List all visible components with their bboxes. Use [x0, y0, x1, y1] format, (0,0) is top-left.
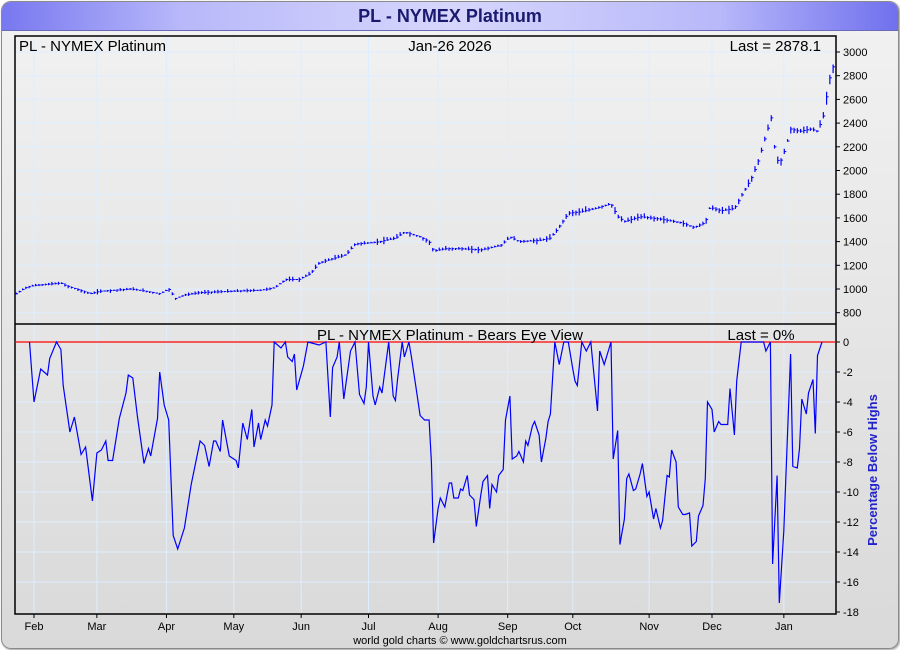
price-y-tick-label: 1400: [843, 237, 867, 249]
price-y-tick-label: 800: [843, 308, 861, 320]
x-tick-label: Mar: [87, 621, 106, 633]
bears-eye-y-tick-label: 0: [843, 337, 849, 349]
price-y-tick-label: 2000: [843, 166, 867, 178]
x-tick-label: Aug: [428, 621, 448, 633]
x-tick-label: Feb: [25, 621, 44, 633]
price-y-tick-label: 2800: [843, 71, 867, 83]
bears-eye-y-tick-label: -8: [843, 457, 853, 469]
chart-canvas: Feb Mar Apr May Jun Jul Aug Sep Oct Nov Dec Jan 800 1…: [14, 35, 880, 647]
x-tick-label: May: [223, 621, 244, 633]
bears-eye-y-tick-label: -4: [843, 397, 853, 409]
bears-eye-y-tick-label: -6: [843, 427, 853, 439]
x-tick-label: Jun: [292, 621, 310, 633]
bears-eye-y-tick-label: -12: [843, 517, 859, 529]
price-y-tick-label: 1200: [843, 260, 867, 272]
price-y-tick-label: 1800: [843, 189, 867, 201]
bears-eye-panel-last: Last = 0%: [727, 327, 794, 344]
bears-eye-y-tick-label: -10: [843, 487, 859, 499]
x-tick-label: Oct: [564, 621, 581, 633]
x-tick-label: Sep: [498, 621, 518, 633]
bears-eye-panel-title: PL - NYMEX Platinum - Bears Eye View: [317, 327, 583, 344]
price-y-tick-label: 2400: [843, 118, 867, 130]
grid: [16, 37, 835, 613]
bears-eye-line: [28, 339, 823, 604]
x-tick-label: Nov: [639, 621, 659, 633]
bears-eye-ylabel: Percentage Below Highs: [865, 394, 880, 546]
x-tick-label: Jan: [775, 621, 793, 633]
price-y-tick-label: 2200: [843, 142, 867, 154]
price-panel-title: PL - NYMEX Platinum: [19, 38, 166, 55]
footer-credit: world gold charts © www.goldchartsrus.co…: [352, 635, 567, 647]
bears-eye-y-tick-label: -18: [843, 607, 859, 619]
bears-eye-y-tick-label: -16: [843, 577, 859, 589]
price-y-tick-label: 1000: [843, 284, 867, 296]
price-y-tick-label: 2600: [843, 94, 867, 106]
x-tick-label: Jul: [361, 621, 375, 633]
price-panel-last: Last = 2878.1: [730, 38, 821, 55]
bears-eye-y-tick-label: -14: [843, 547, 859, 559]
price-y-tick-label: 3000: [843, 47, 867, 59]
bears-eye-y-tick-label: -2: [843, 367, 853, 379]
x-tick-label: Dec: [702, 621, 722, 633]
price-y-tick-label: 1600: [843, 213, 867, 225]
price-panel-date: Jan-26 2026: [408, 38, 491, 55]
x-tick-label: Apr: [158, 621, 175, 633]
